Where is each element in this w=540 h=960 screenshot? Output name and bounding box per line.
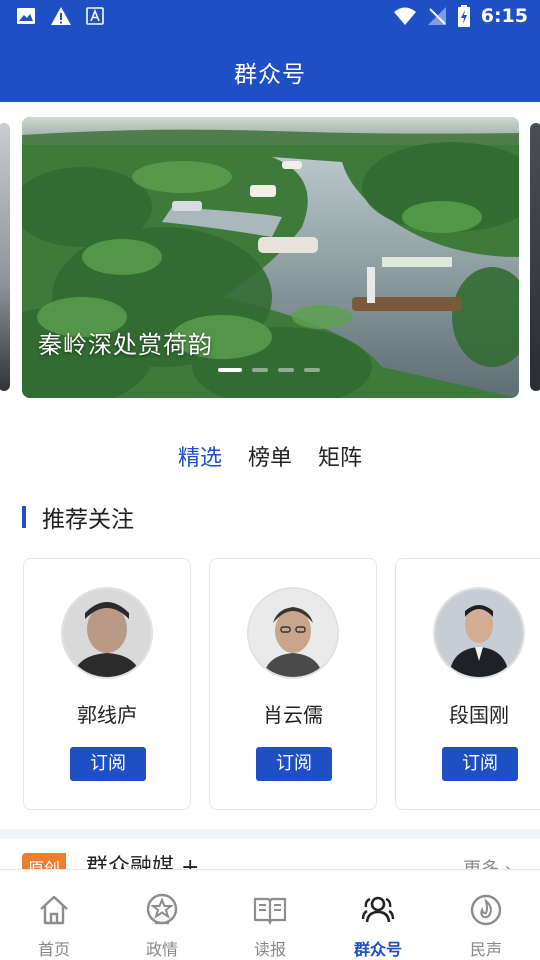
tab-politics[interactable]: 政情 <box>108 870 216 960</box>
banner-carousel[interactable]: 秦岭深处赏荷韵 <box>0 117 540 399</box>
section-accent-bar <box>22 506 26 528</box>
account-card[interactable]: 段国刚 订阅 <box>395 558 540 810</box>
carousel-dot <box>278 368 294 372</box>
font-icon <box>86 7 104 25</box>
account-card[interactable]: 肖云儒 订阅 <box>209 558 377 810</box>
tab-people-label: 群众号 <box>353 940 402 959</box>
avatar[interactable] <box>61 587 153 679</box>
tab-home-label: 首页 <box>37 940 70 959</box>
carousel-dot <box>218 368 242 372</box>
status-notifications <box>16 6 104 26</box>
section-divider <box>0 829 540 839</box>
chevron-right-icon: › <box>505 859 512 869</box>
previous-banner-peek[interactable] <box>0 123 10 391</box>
tab-voice[interactable]: 民声 <box>432 870 540 960</box>
tab-home[interactable]: 首页 <box>0 870 108 960</box>
subscribe-button[interactable]: 订阅 <box>256 747 332 781</box>
no-signal-icon <box>427 7 446 25</box>
subscribe-button[interactable]: 订阅 <box>70 747 146 781</box>
tab-matrix[interactable]: 矩阵 <box>318 440 362 472</box>
content-tabs: 精选 榜单 矩阵 <box>0 440 540 472</box>
warning-icon <box>51 7 71 25</box>
tab-newspaper[interactable]: 读报 <box>216 870 324 960</box>
carousel-dot <box>304 368 320 372</box>
status-time: 6:15 <box>480 5 528 27</box>
account-card[interactable]: 郭线庐 订阅 <box>23 558 191 810</box>
avatar[interactable] <box>247 587 339 679</box>
page-title: 群众号 <box>234 62 306 88</box>
avatar[interactable] <box>433 587 525 679</box>
battery-charging-icon <box>457 5 470 27</box>
banner-slide[interactable]: 秦岭深处赏荷韵 <box>22 117 519 398</box>
tab-politics-label: 政情 <box>145 940 178 959</box>
media-title: 群众融媒 + <box>86 855 200 869</box>
newspaper-icon <box>253 897 287 925</box>
header: 群众号 <box>0 36 540 102</box>
image-icon <box>17 8 35 24</box>
account-name: 郭线庐 <box>77 703 137 727</box>
people-icon <box>361 896 395 923</box>
account-name: 段国刚 <box>449 703 509 727</box>
tab-voice-label: 民声 <box>469 940 502 959</box>
media-section-header: 原创 群众融媒 + 更多 › <box>0 839 540 869</box>
voice-icon <box>470 894 502 926</box>
tab-people[interactable]: 群众号 <box>324 870 432 960</box>
original-badge: 原创 <box>22 853 67 869</box>
carousel-dot <box>252 368 268 372</box>
recommend-list: 郭线庐 订阅 肖云儒 订阅 段国刚 订阅 <box>23 558 540 810</box>
home-icon <box>40 895 68 925</box>
account-name: 肖云儒 <box>263 703 323 727</box>
banner-caption: 秦岭深处赏荷韵 <box>38 331 213 359</box>
carousel-indicator <box>218 368 320 372</box>
status-bar: 6:15 <box>0 0 540 36</box>
politics-icon <box>146 893 178 925</box>
bottom-tab-bar: 首页 政情 读报 群众号 民声 <box>0 869 540 960</box>
more-label: 更多 <box>463 859 499 869</box>
tab-featured[interactable]: 精选 <box>178 440 222 472</box>
section-title: 推荐关注 <box>42 507 134 533</box>
subscribe-button[interactable]: 订阅 <box>442 747 518 781</box>
more-link[interactable]: 更多 › <box>463 855 512 869</box>
tab-newspaper-label: 读报 <box>253 940 286 959</box>
tab-rankings[interactable]: 榜单 <box>248 440 292 472</box>
wifi-icon <box>393 7 416 25</box>
next-banner-peek[interactable] <box>530 123 540 391</box>
recommend-section-header: 推荐关注 <box>22 500 134 534</box>
status-system: 6:15 <box>393 5 528 27</box>
